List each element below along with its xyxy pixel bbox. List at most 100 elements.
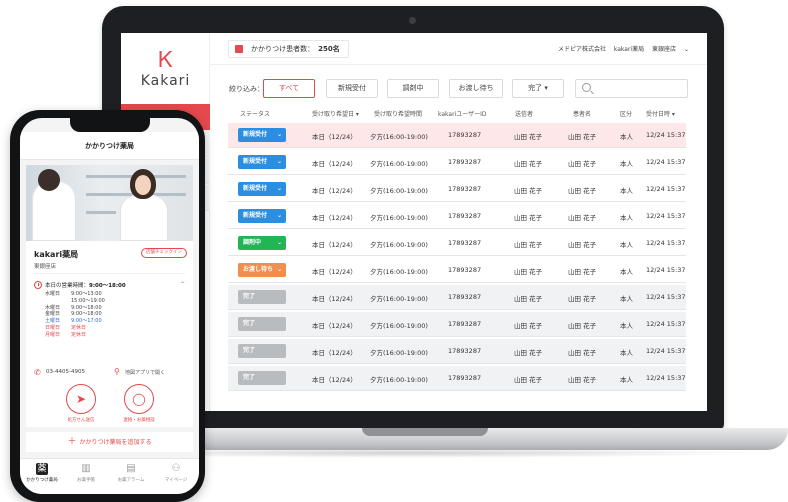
send-prescription-button[interactable]: ➤ xyxy=(66,384,96,414)
tab-medicine-book[interactable]: ▥ お薬手帳 xyxy=(64,463,108,483)
status-label: 調剤中 xyxy=(243,239,262,246)
filter-dispensing-button[interactable]: 調剤中 xyxy=(387,79,439,98)
cell-date: 本日（12/24） xyxy=(312,376,357,384)
table-row[interactable]: 完了 本日（12/24） 夕方(16:00-19:00) 17893287 山田 花子 山… xyxy=(228,312,686,337)
status-label: 新規受付 xyxy=(243,212,268,219)
table-row[interactable]: 完了 本日（12/24） 夕方(16:00-19:00) 17893287 山田 花子 山… xyxy=(228,339,686,364)
chevron-up-icon[interactable]: ⌃ xyxy=(180,281,185,288)
cell-kind: 本人 xyxy=(620,214,633,222)
cell-received: 12/24 15:37 xyxy=(646,158,686,166)
cell-time: 夕方(16:00-19:00) xyxy=(370,241,428,249)
table-row[interactable]: 完了 本日（12/24） 夕方(16:00-19:00) 17893287 山田 花子 山… xyxy=(228,285,686,310)
today-hours: 本日の営業時間：9:00～18:00 xyxy=(45,281,126,289)
cell-id: 17893287 xyxy=(448,158,482,166)
tab-label: お薬手帳 xyxy=(77,478,95,483)
table-row[interactable]: 新規受付 ⌄ 本日（12/24） 夕方(16:00-19:00) 17893287 山田 … xyxy=(228,204,686,229)
cell-patient: 山田 花子 xyxy=(568,322,597,330)
company-name: メドピア株式会社 xyxy=(557,46,606,53)
status-label: 完了 xyxy=(243,320,256,327)
cell-sender: 山田 花子 xyxy=(514,214,543,222)
column-header-time: 受け取り希望時間 xyxy=(374,111,423,118)
cell-received: 12/24 15:37 xyxy=(646,320,686,328)
cell-time: 夕方(16:00-19:00) xyxy=(370,160,428,168)
table-row[interactable]: 新規受付 ⌄ 本日（12/24） 夕方(16:00-19:00) 17893287 山田 … xyxy=(228,150,686,175)
photo-shelf xyxy=(86,211,116,214)
table-row[interactable]: 調剤中 ⌄ 本日（12/24） 夕方(16:00-19:00) 17893287 山田 花… xyxy=(228,231,686,256)
cell-received: 12/24 15:37 xyxy=(646,293,686,301)
tab-pharmacy[interactable]: 薬 かかりつけ薬局 xyxy=(20,463,64,483)
tab-label: マイページ xyxy=(164,478,188,483)
chevron-down-icon: ⌄ xyxy=(276,212,282,219)
book-icon: ▥ xyxy=(81,463,91,474)
add-store-button[interactable]: ＋かかりつけ薬局を追加する xyxy=(26,432,193,452)
photo-pharmacist-face xyxy=(135,175,151,195)
checkin-badge[interactable]: 店舗チェックイン xyxy=(141,248,187,258)
cell-received: 12/24 15:37 xyxy=(646,212,686,220)
cell-sender: 山田 花子 xyxy=(514,349,543,357)
cell-sender: 山田 花子 xyxy=(514,295,543,303)
column-header-date[interactable]: 受け取り希望日 ▾ xyxy=(312,109,359,118)
status-dropdown[interactable]: 新規受付 ⌄ xyxy=(238,209,286,223)
table-row[interactable]: お渡し待ち ⌄ 本日（12/24） 夕方(16:00-19:00) 17893287 山田… xyxy=(228,258,686,283)
cell-id: 17893287 xyxy=(448,131,482,139)
status-dropdown[interactable]: 調剤中 ⌄ xyxy=(238,236,286,250)
laptop-base-notch xyxy=(362,428,488,436)
status-dropdown[interactable]: 完了 xyxy=(238,290,286,304)
status-dropdown[interactable]: 完了 xyxy=(238,344,286,358)
cell-kind: 本人 xyxy=(620,268,633,276)
cell-patient: 山田 花子 xyxy=(568,268,597,276)
status-dropdown[interactable]: 新規受付 ⌄ xyxy=(238,155,286,169)
chevron-down-icon: ⌄ xyxy=(276,185,282,192)
cell-date: 本日（12/24） xyxy=(312,322,357,330)
cell-received: 12/24 15:37 xyxy=(646,266,686,274)
tab-label: かかりつけ薬局 xyxy=(26,478,58,483)
contact-label: 連絡・お薬相談 xyxy=(123,418,155,423)
tab-alarm[interactable]: ▤ お薬アラーム xyxy=(109,463,153,483)
table-row[interactable]: 新規受付 ⌄ 本日（12/24） 夕方(16:00-19:00) 17893287 山田 … xyxy=(228,123,686,148)
cell-sender: 山田 花子 xyxy=(514,241,543,249)
patient-count-label: かかりつけ患者数： xyxy=(251,45,315,53)
pharmacy-icon: 薬 xyxy=(36,463,48,475)
cell-date: 本日（12/24） xyxy=(312,133,357,141)
table-row[interactable]: 完了 本日（12/24） 夕方(16:00-19:00) 17893287 山田 花子 山… xyxy=(228,366,686,391)
patient-count-icon xyxy=(235,45,243,53)
account-info[interactable]: メドピア株式会社 kakari薬局 東銀座店 ⌄ xyxy=(552,44,689,53)
cell-received: 12/24 15:37 xyxy=(646,185,686,193)
status-dropdown[interactable]: 新規受付 ⌄ xyxy=(238,128,286,142)
search-input[interactable] xyxy=(575,79,688,98)
cell-id: 17893287 xyxy=(448,185,482,193)
status-dropdown[interactable]: 完了 xyxy=(238,371,286,385)
cell-id: 17893287 xyxy=(448,320,482,328)
tab-mypage[interactable]: ⚇ マイページ xyxy=(154,463,198,483)
cell-id: 17893287 xyxy=(448,374,482,382)
cell-received: 12/24 15:37 xyxy=(646,131,686,139)
filter-all-button[interactable]: すべて xyxy=(263,79,315,98)
photo-customer xyxy=(32,181,76,241)
filter-waiting-button[interactable]: お渡し待ち xyxy=(449,79,503,98)
status-dropdown[interactable]: お渡し待ち ⌄ xyxy=(238,263,286,277)
status-dropdown[interactable]: 新規受付 ⌄ xyxy=(238,182,286,196)
filter-done-dropdown[interactable]: 完了 ▾ xyxy=(512,79,564,98)
cell-sender: 山田 花子 xyxy=(514,187,543,195)
kakari-logo-icon: Ꮶ xyxy=(158,48,174,73)
open-map-link[interactable]: 地図アプリで開く xyxy=(125,369,165,376)
table-row[interactable]: 新規受付 ⌄ 本日（12/24） 夕方(16:00-19:00) 17893287 山田 … xyxy=(228,177,686,202)
status-label: お渡し待ち xyxy=(243,266,274,273)
search-icon xyxy=(582,83,591,92)
store-name: kakari薬局 xyxy=(34,250,79,259)
phone-number[interactable]: 03-4405-4905 xyxy=(46,369,85,375)
kakari-logo-text: Kakari xyxy=(140,73,191,89)
status-label: 完了 xyxy=(243,374,256,381)
cell-received: 12/24 15:37 xyxy=(646,347,686,355)
cell-patient: 山田 花子 xyxy=(568,376,597,384)
store-card: kakari薬局 東銀座店 店舗チェックイン 本日の営業時間：9:00～18:0… xyxy=(26,241,193,427)
store-name: kakari薬局 xyxy=(613,46,645,53)
patient-count-box: かかりつけ患者数： 250名 xyxy=(228,40,349,58)
cell-date: 本日（12/24） xyxy=(312,268,357,276)
top-bar: かかりつけ患者数： 250名 メドピア株式会社 kakari薬局 東銀座店 ⌄ xyxy=(210,33,707,65)
status-dropdown[interactable]: 完了 xyxy=(238,317,286,331)
contact-button[interactable]: ◯ xyxy=(124,384,154,414)
tab-label: お薬アラーム xyxy=(117,478,145,483)
filter-new-button[interactable]: 新規受付 xyxy=(326,79,378,98)
column-header-received[interactable]: 受付日時 ▾ xyxy=(646,109,675,118)
